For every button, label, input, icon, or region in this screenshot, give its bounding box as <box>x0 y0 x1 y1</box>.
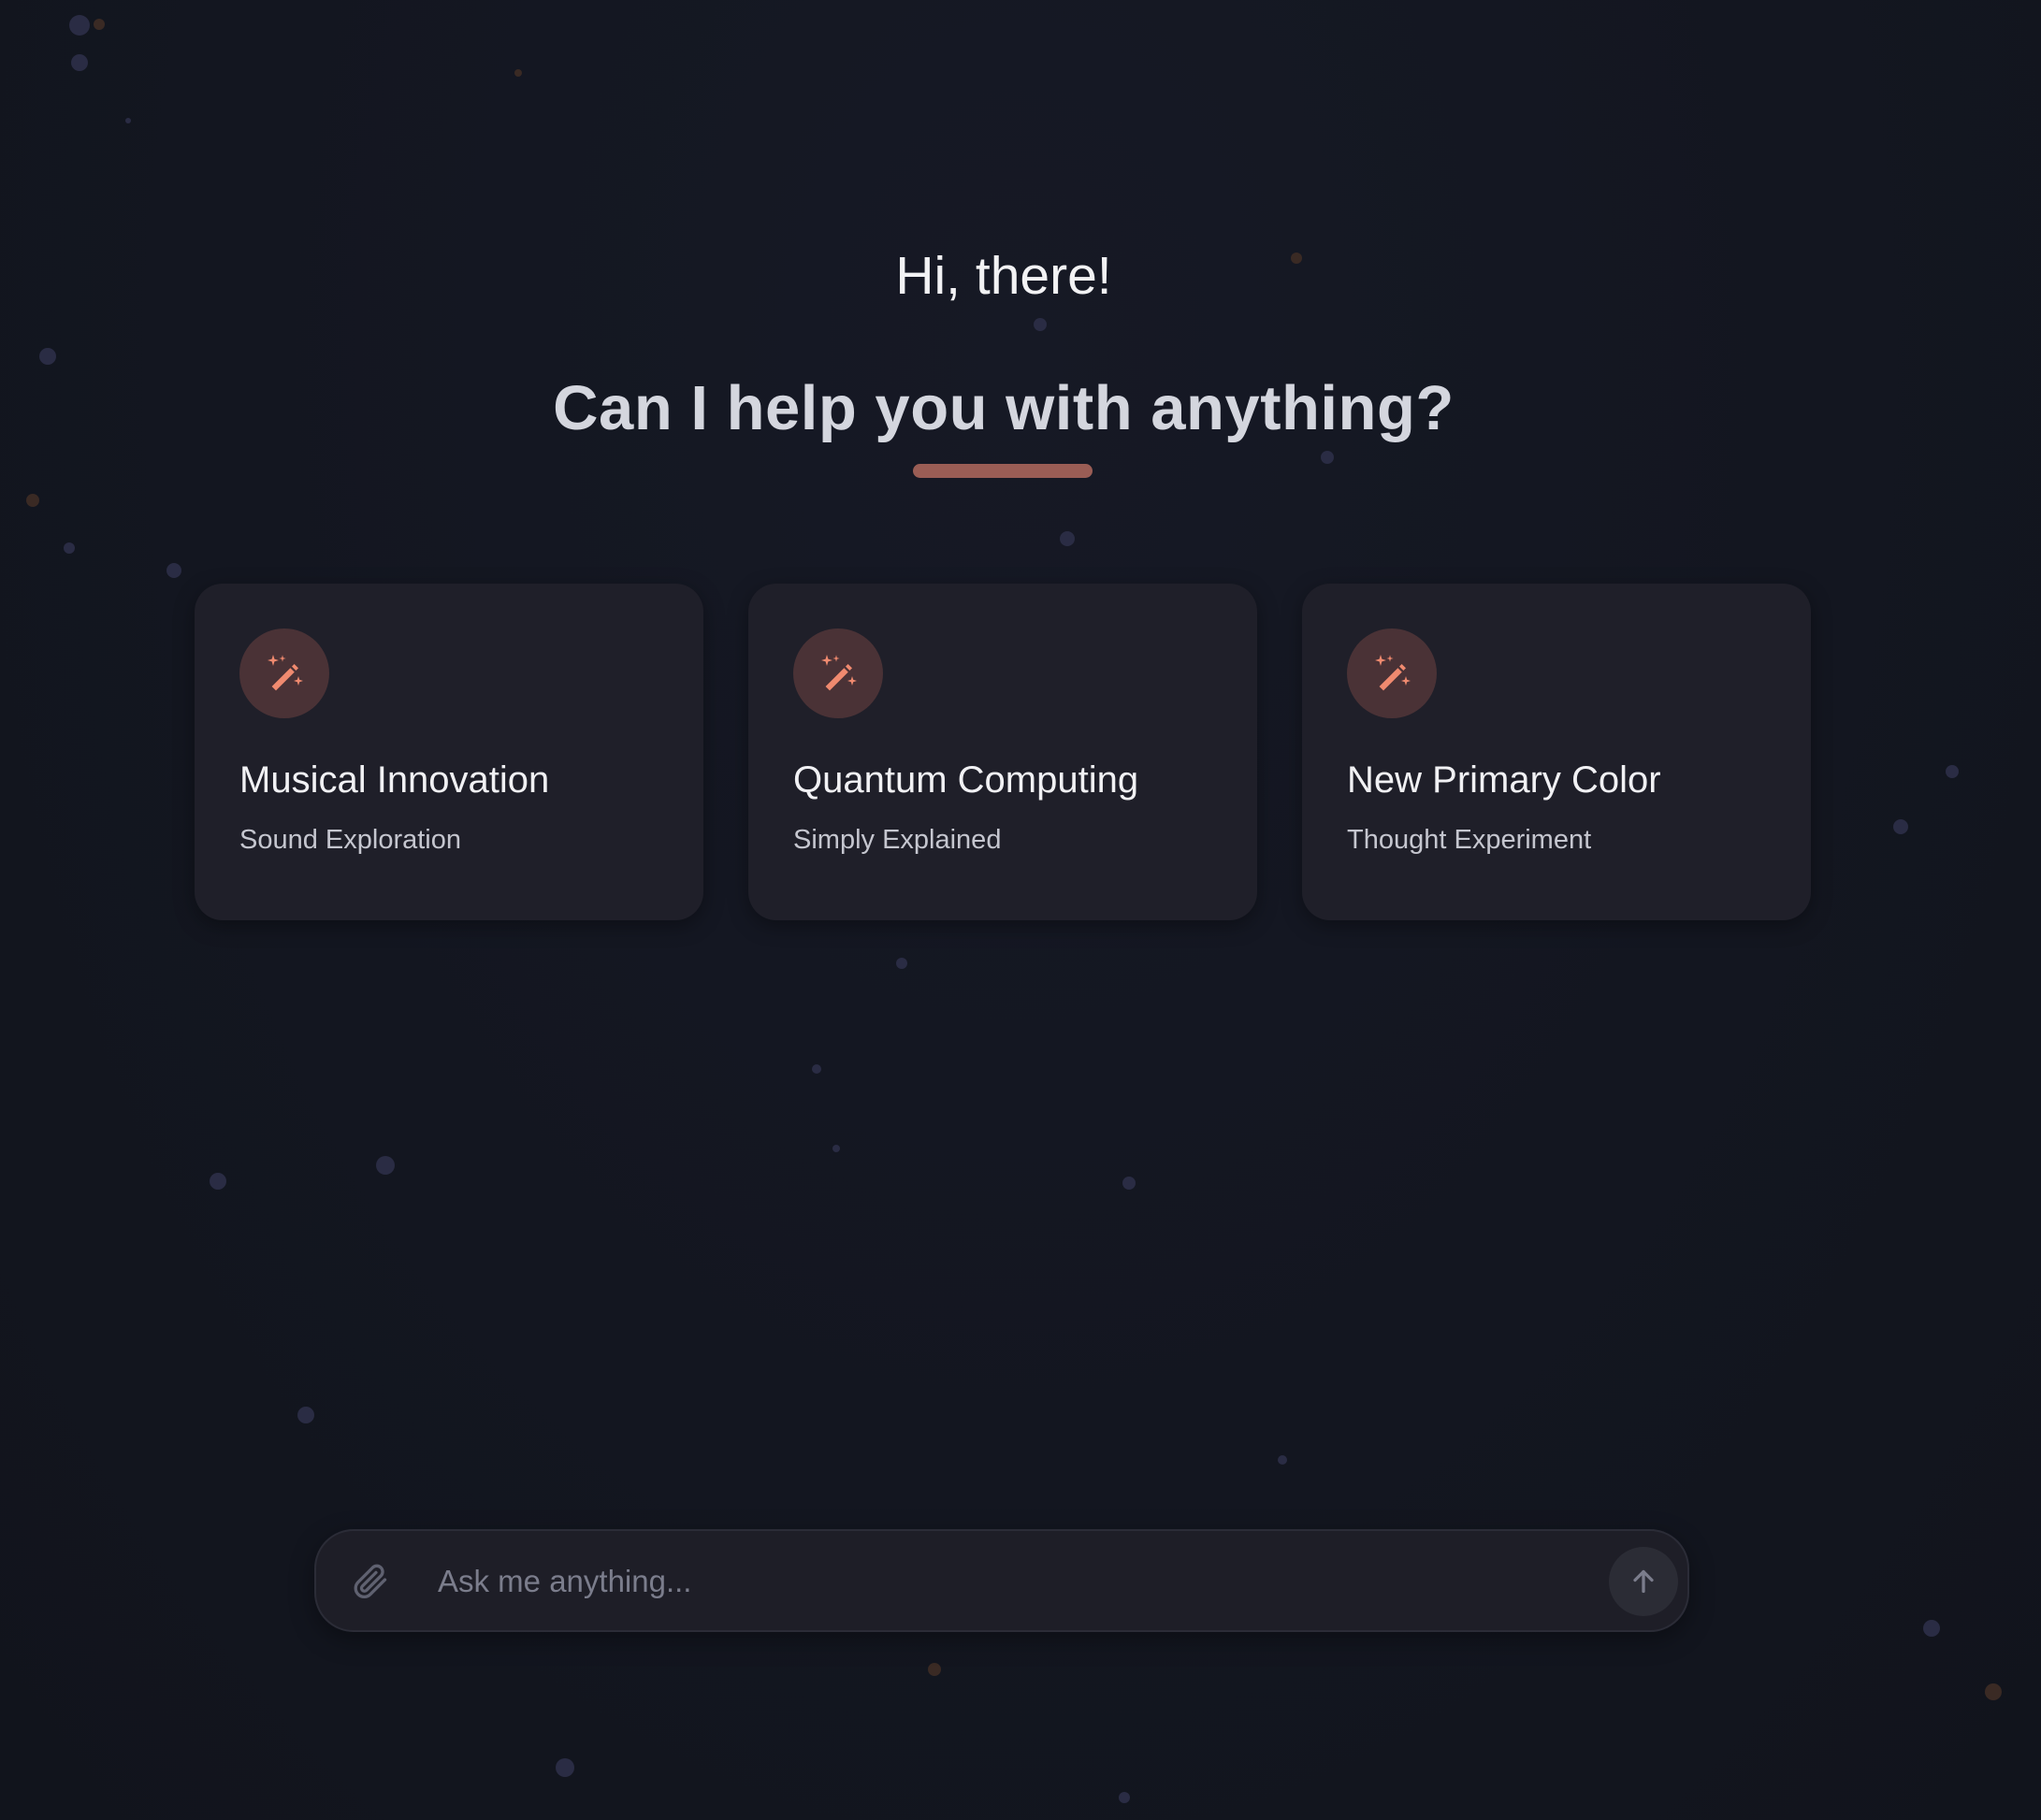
magic-wand-icon <box>239 628 329 718</box>
suggestion-subtitle: Thought Experiment <box>1347 825 1592 855</box>
suggestion-card-new-primary-color[interactable]: New Primary Color Thought Experiment <box>1302 584 1811 920</box>
greeting-text: Hi, there! <box>895 246 1112 306</box>
suggestion-subtitle: Simply Explained <box>793 825 1002 855</box>
suggestion-card-musical-innovation[interactable]: Musical Innovation Sound Exploration <box>195 584 703 920</box>
chat-composer <box>314 1529 1689 1632</box>
magic-wand-icon <box>793 628 883 718</box>
chat-input[interactable] <box>436 1550 1525 1613</box>
paperclip-icon[interactable] <box>346 1557 393 1604</box>
suggestion-title: Quantum Computing <box>793 759 1139 801</box>
headline-accent-underline <box>913 464 1093 478</box>
send-button[interactable] <box>1609 1547 1678 1616</box>
magic-wand-icon <box>1347 628 1437 718</box>
arrow-up-icon <box>1633 1569 1654 1594</box>
suggestion-subtitle: Sound Exploration <box>239 825 461 855</box>
page-headline: Can I help you with anything? <box>553 373 1455 443</box>
suggestion-card-quantum-computing[interactable]: Quantum Computing Simply Explained <box>748 584 1257 920</box>
suggestion-title: Musical Innovation <box>239 759 550 801</box>
suggestion-title: New Primary Color <box>1347 759 1661 801</box>
